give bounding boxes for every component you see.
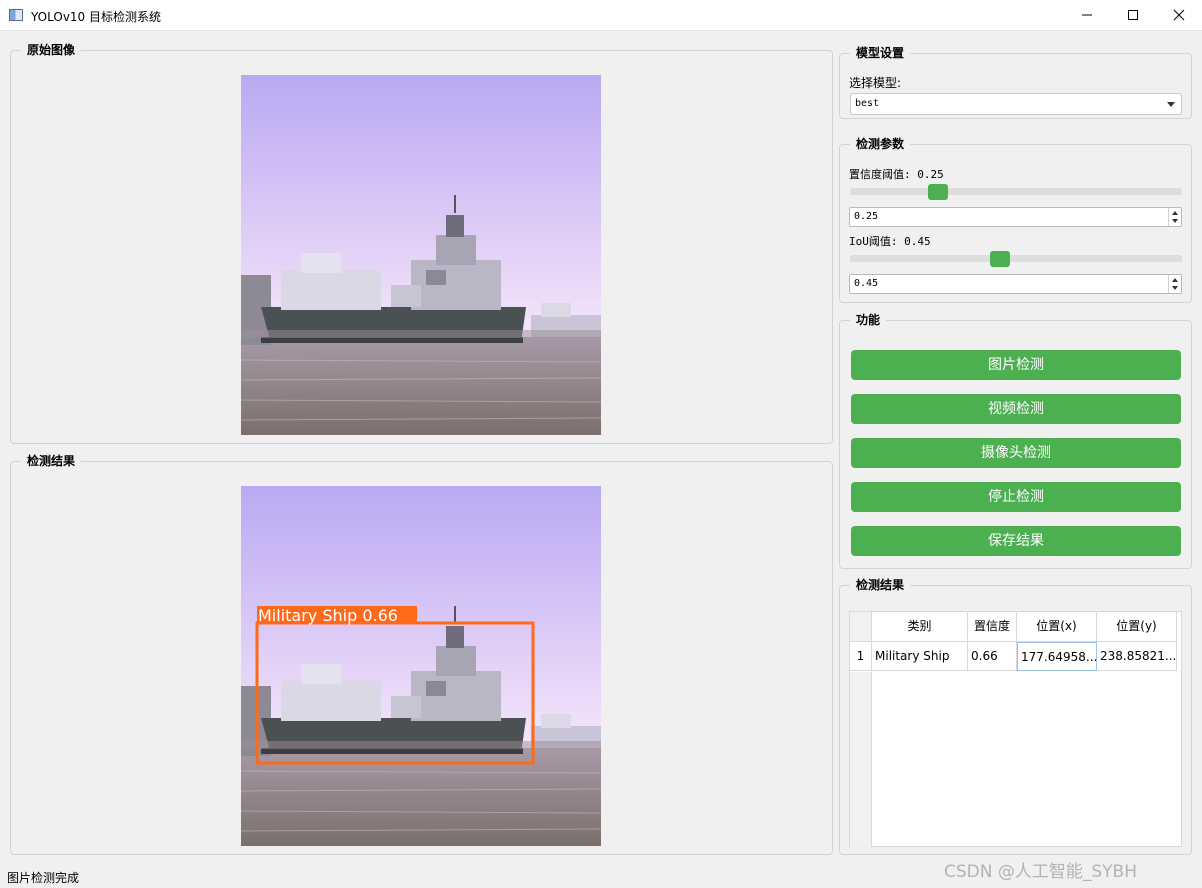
close-icon: [1173, 9, 1185, 21]
confidence-label: 置信度阈值: 0.25: [849, 168, 944, 181]
original-image-title: 原始图像: [21, 42, 82, 58]
result-image-panel: 检测结果 Military Ship 0.66: [10, 453, 833, 855]
app-icon: [9, 9, 23, 21]
close-button[interactable]: [1156, 0, 1202, 30]
image-detect-button[interactable]: 图片检测: [851, 350, 1181, 380]
arrow-down-icon[interactable]: [1172, 286, 1178, 290]
table-corner[interactable]: [850, 612, 872, 642]
model-select-value: best: [855, 98, 880, 109]
confidence-slider[interactable]: [850, 188, 1182, 195]
cell-y[interactable]: 238.85821...: [1097, 642, 1177, 671]
row-header-gutter: [850, 672, 872, 847]
arrow-up-icon[interactable]: [1172, 211, 1178, 215]
original-image: [241, 75, 601, 435]
iou-spinbox-value: 0.45: [854, 278, 879, 289]
watermark: CSDN @人工智能_SYBH: [944, 862, 1137, 882]
minimize-icon: [1082, 14, 1092, 16]
stop-detect-button[interactable]: 停止检测: [851, 482, 1181, 512]
model-settings-title: 模型设置: [850, 45, 911, 61]
model-select[interactable]: best: [850, 93, 1182, 115]
iou-slider[interactable]: [850, 255, 1182, 262]
result-image-title: 检测结果: [21, 453, 82, 469]
arrow-up-icon[interactable]: [1172, 278, 1178, 282]
column-header-class[interactable]: 类别: [872, 612, 968, 642]
column-header-confidence[interactable]: 置信度: [968, 612, 1017, 642]
model-settings-group: 模型设置 选择模型: best: [839, 45, 1192, 119]
column-header-y[interactable]: 位置(y): [1097, 612, 1177, 642]
cell-x[interactable]: 177.64958...: [1017, 642, 1097, 671]
save-results-button[interactable]: 保存结果: [851, 526, 1181, 556]
maximize-button[interactable]: [1110, 0, 1156, 30]
video-detect-button[interactable]: 视频检测: [851, 394, 1181, 424]
confidence-slider-handle[interactable]: [928, 184, 948, 200]
detect-params-group: 检测参数 置信度阈值: 0.25 0.25 IoU阈值: 0.45 0.45: [839, 136, 1192, 303]
camera-detect-button[interactable]: 摄像头检测: [851, 438, 1181, 468]
detection-label: Military Ship 0.66: [258, 606, 398, 625]
iou-spinbox[interactable]: 0.45: [849, 274, 1182, 294]
functions-title: 功能: [850, 312, 887, 328]
result-image: Military Ship 0.66: [241, 486, 601, 846]
maximize-icon: [1128, 10, 1138, 20]
row-number[interactable]: 1: [850, 642, 872, 671]
select-model-label: 选择模型:: [849, 76, 902, 90]
iou-spinbox-buttons[interactable]: [1168, 275, 1181, 293]
window-title: YOLOv10 目标检测系统: [31, 10, 162, 24]
arrow-down-icon[interactable]: [1172, 219, 1178, 223]
iou-slider-handle[interactable]: [990, 251, 1010, 267]
status-bar-text: 图片检测完成: [7, 871, 80, 885]
functions-group: 功能 图片检测 视频检测 摄像头检测 停止检测 保存结果: [839, 312, 1192, 569]
title-bar: YOLOv10 目标检测系统: [0, 0, 1202, 31]
cell-class[interactable]: Military Ship: [872, 642, 968, 671]
minimize-button[interactable]: [1064, 0, 1110, 30]
chevron-down-icon: [1167, 102, 1175, 107]
column-header-x[interactable]: 位置(x): [1017, 612, 1097, 642]
confidence-spinbox-value: 0.25: [854, 211, 879, 222]
confidence-spinbox[interactable]: 0.25: [849, 207, 1182, 227]
cell-confidence[interactable]: 0.66: [968, 642, 1017, 671]
results-table-group: 检测结果 类别 置信度 位置(x) 位置(y) 1 Military Ship …: [839, 577, 1192, 855]
results-table[interactable]: 类别 置信度 位置(x) 位置(y) 1 Military Ship 0.66 …: [849, 611, 1182, 847]
confidence-spinbox-buttons[interactable]: [1168, 208, 1181, 226]
results-table-title: 检测结果: [850, 577, 911, 593]
original-image-panel: 原始图像: [10, 42, 833, 444]
detect-params-title: 检测参数: [850, 136, 911, 152]
iou-label: IoU阈值: 0.45: [849, 235, 931, 248]
